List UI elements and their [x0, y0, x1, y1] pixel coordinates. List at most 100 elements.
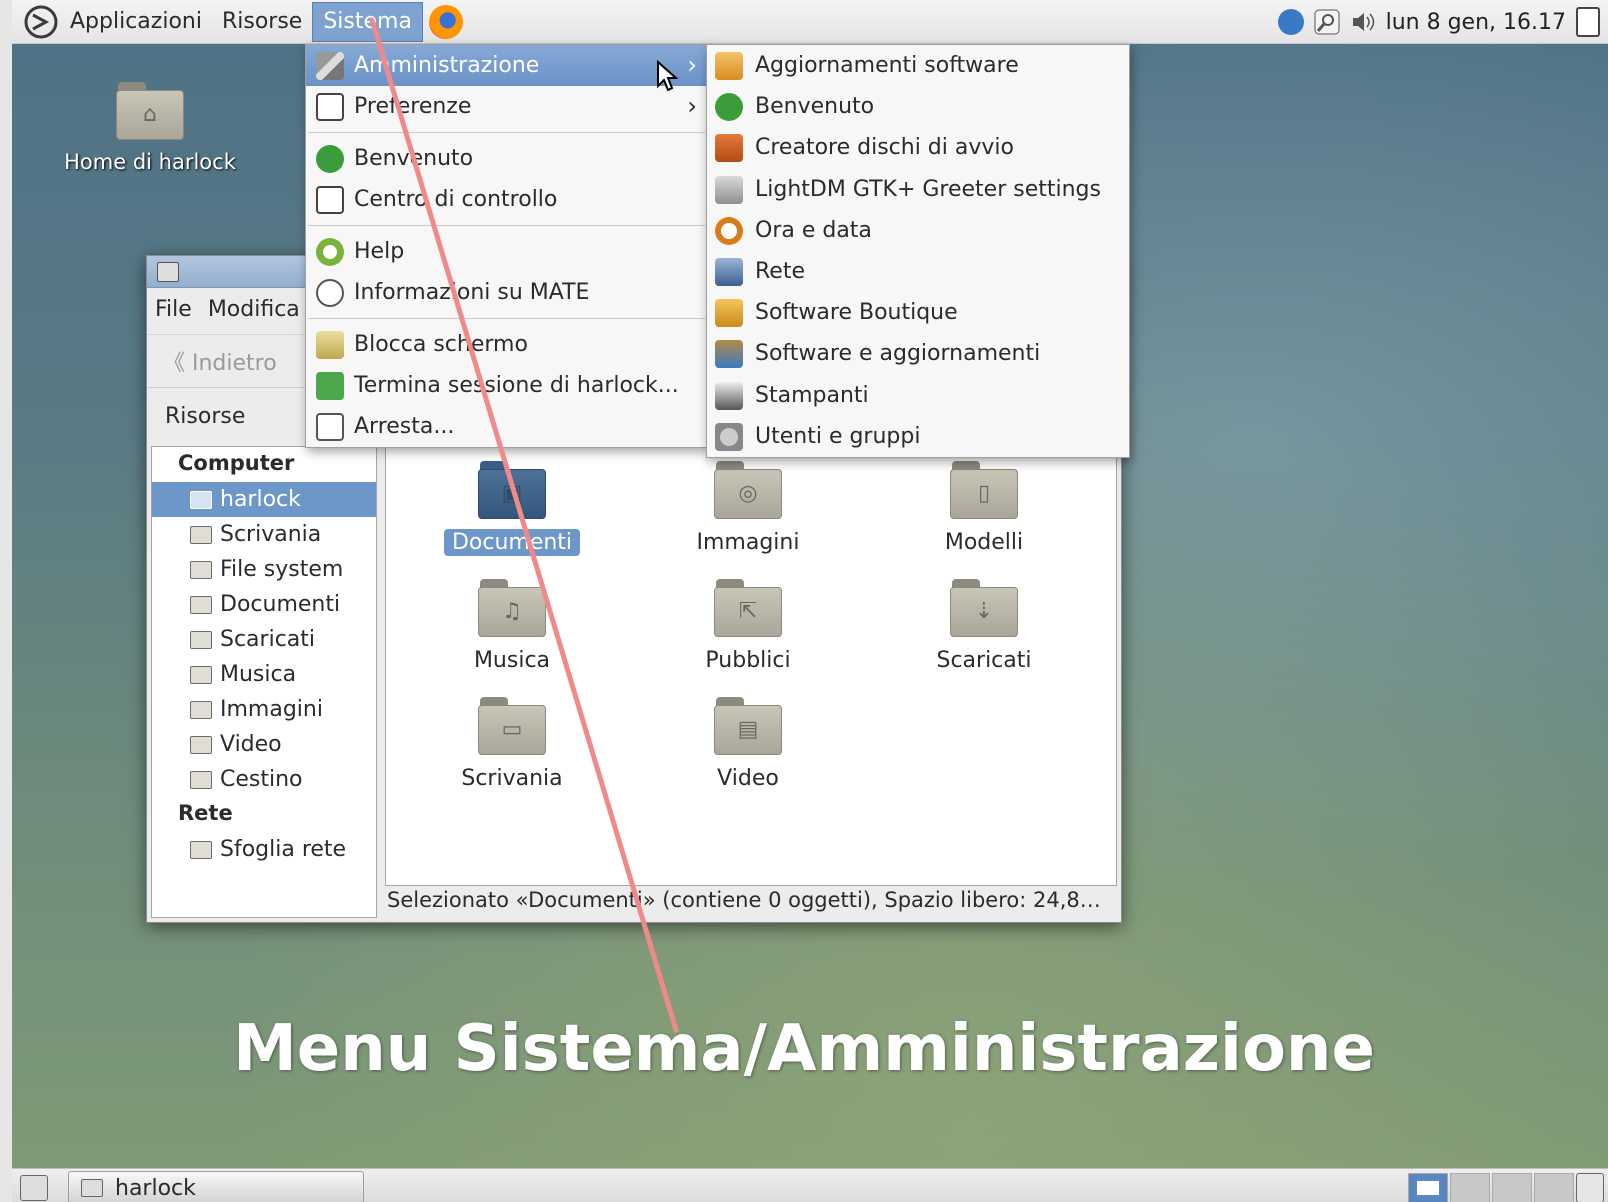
menu-item-amministrazione[interactable]: Amministrazione › [306, 45, 707, 86]
menu-sistema[interactable]: Sistema [312, 1, 423, 42]
sidebar-item-label: Sfoglia rete [220, 837, 347, 862]
menu-item-arresta[interactable]: Arresta... [306, 406, 707, 447]
submenu-item-stampanti[interactable]: Stampanti [707, 375, 1129, 416]
menu-item-label: Software e aggiornamenti [755, 341, 1041, 367]
sidebar-dropdown[interactable]: Risorse [165, 404, 245, 429]
sidebar-item-harlock[interactable]: harlock [152, 482, 376, 517]
menu-risorse[interactable]: Risorse [212, 0, 312, 44]
sidebar-item-label: harlock [220, 487, 301, 512]
sidebar-item-video[interactable]: Video [152, 727, 376, 762]
folder-scaricati[interactable]: ⇣ Scaricati [884, 579, 1084, 674]
folder-documenti[interactable]: ▣ Documenti [412, 461, 612, 556]
sidebar-heading-rete: Rete [178, 801, 233, 825]
bluetooth-icon[interactable] [1277, 9, 1304, 35]
sidebar-item-label: Scrivania [220, 522, 322, 547]
sidebar-item-label: Musica [220, 662, 297, 687]
folder-immagini[interactable]: ◎ Immagini [648, 461, 848, 556]
logout-icon [316, 372, 344, 400]
sidebar-item-scaricati[interactable]: Scaricati [152, 622, 376, 657]
submenu-item-aggiornamenti-software[interactable]: Aggiornamenti software [707, 45, 1129, 86]
menu-item-label: Arresta... [354, 414, 455, 439]
submenu-item-benvenuto[interactable]: Benvenuto [707, 86, 1129, 127]
folder-pubblici[interactable]: ⇱ Pubblici [648, 579, 848, 674]
network-status-icon[interactable] [1314, 9, 1340, 35]
downloads-folder-icon [190, 630, 212, 649]
sidebar-item-label: File system [220, 557, 344, 582]
submenu-item-rete[interactable]: Rete [707, 251, 1129, 292]
startup-disk-icon [715, 134, 743, 163]
sidebar-item-label: Immagini [220, 697, 323, 722]
menu-item-blocca-schermo[interactable]: Blocca schermo [306, 324, 707, 365]
volume-icon[interactable] [1350, 9, 1376, 35]
desktop-folder-icon: ▭ [478, 697, 546, 755]
clock[interactable]: lun 8 gen, 16.17 [1386, 10, 1566, 35]
sidebar-item-immagini[interactable]: Immagini [152, 692, 376, 727]
software-sources-icon [715, 340, 743, 369]
menu-item-centro-di-controllo[interactable]: Centro di controllo [306, 179, 707, 220]
sidebar-item-file-system[interactable]: File system [152, 552, 376, 587]
sidebar-item-scrivania[interactable]: Scrivania [152, 517, 376, 552]
submenu-item-utenti-e-gruppi[interactable]: Utenti e gruppi [707, 416, 1129, 457]
network-icon [715, 257, 743, 286]
sidebar-item-sfoglia-rete[interactable]: Sfoglia rete [152, 832, 376, 867]
submenu-item-lightdm[interactable]: LightDM GTK+ Greeter settings [707, 169, 1129, 210]
network-icon [190, 840, 212, 859]
folder-label: Scrivania [461, 766, 563, 791]
desktop-home-icon[interactable]: ⌂ Home di harlock [50, 82, 250, 174]
menu-item-help[interactable]: Help [306, 231, 707, 272]
power-icon [316, 413, 344, 441]
menu-item-preferenze[interactable]: Preferenze › [306, 86, 707, 127]
submenu-item-software-e-aggiornamenti[interactable]: Software e aggiornamenti [707, 333, 1129, 374]
show-desktop-icon[interactable] [20, 1175, 48, 1201]
sidebar-dropdown-label: Risorse [165, 404, 246, 429]
menu-item-label: Ora e data [755, 217, 872, 243]
menu-item-termina-sessione[interactable]: Termina sessione di harlock... [306, 365, 707, 406]
desktop-home-label: Home di harlock [64, 150, 236, 174]
submenu-item-creatore-dischi[interactable]: Creatore dischi di avvio [707, 127, 1129, 168]
menu-modifica[interactable]: Modifica [200, 297, 308, 322]
submenu-item-software-boutique[interactable]: Software Boutique [707, 292, 1129, 333]
taskbar-window-harlock[interactable]: harlock [68, 1171, 364, 1202]
workspace-2[interactable] [1450, 1173, 1490, 1202]
chevron-right-icon: › [687, 92, 697, 120]
workspace-4[interactable] [1534, 1173, 1574, 1202]
workspace-1[interactable] [1408, 1173, 1448, 1202]
sidebar-item-cestino[interactable]: Cestino [152, 762, 376, 797]
firefox-icon[interactable] [428, 4, 463, 39]
sidebar-item-documenti[interactable]: Documenti [152, 587, 376, 622]
back-button[interactable]: 《 Indietro [163, 345, 277, 377]
menu-item-label: Blocca schermo [354, 332, 528, 357]
desktop-folder-icon [190, 525, 212, 544]
documents-folder-icon: ▣ [478, 461, 546, 519]
power-icon[interactable] [1576, 7, 1600, 37]
menu-item-benvenuto[interactable]: Benvenuto [306, 138, 707, 179]
clock-icon [715, 216, 743, 245]
folder-modelli[interactable]: ▯ Modelli [884, 461, 1084, 556]
menu-item-label: Benvenuto [755, 94, 875, 120]
menu-file[interactable]: File [147, 297, 200, 322]
submenu-item-ora-e-data[interactable]: Ora e data [707, 210, 1129, 251]
folder-video[interactable]: ▤ Video [648, 697, 848, 792]
home-folder-icon: ⌂ [116, 82, 184, 140]
folder-scrivania[interactable]: ▭ Scrivania [412, 697, 612, 792]
mate-logo-icon[interactable] [22, 3, 60, 41]
sidebar-item-label: Video [220, 732, 282, 757]
users-icon [715, 422, 743, 451]
lightdm-icon [715, 175, 743, 204]
folder-musica[interactable]: ♫ Musica [412, 579, 612, 674]
workspace-3[interactable] [1492, 1173, 1532, 1202]
menu-separator [308, 318, 705, 319]
back-label: Indietro [192, 351, 277, 376]
sidebar-item-musica[interactable]: Musica [152, 657, 376, 692]
sidebar-heading-computer: Computer [178, 451, 295, 475]
mate-logo-icon [316, 279, 344, 307]
chevron-right-icon: › [687, 51, 697, 79]
boutique-icon [715, 299, 743, 328]
preferences-icon [316, 93, 344, 121]
trash-applet-icon[interactable] [1576, 1173, 1604, 1202]
folder-label: Musica [473, 648, 551, 673]
menu-item-informazioni-su-mate[interactable]: Informazioni su MATE [306, 272, 707, 313]
mouse-pointer-icon [657, 60, 678, 92]
menu-applicazioni[interactable]: Applicazioni [60, 0, 212, 44]
templates-folder-icon: ▯ [950, 461, 1018, 519]
